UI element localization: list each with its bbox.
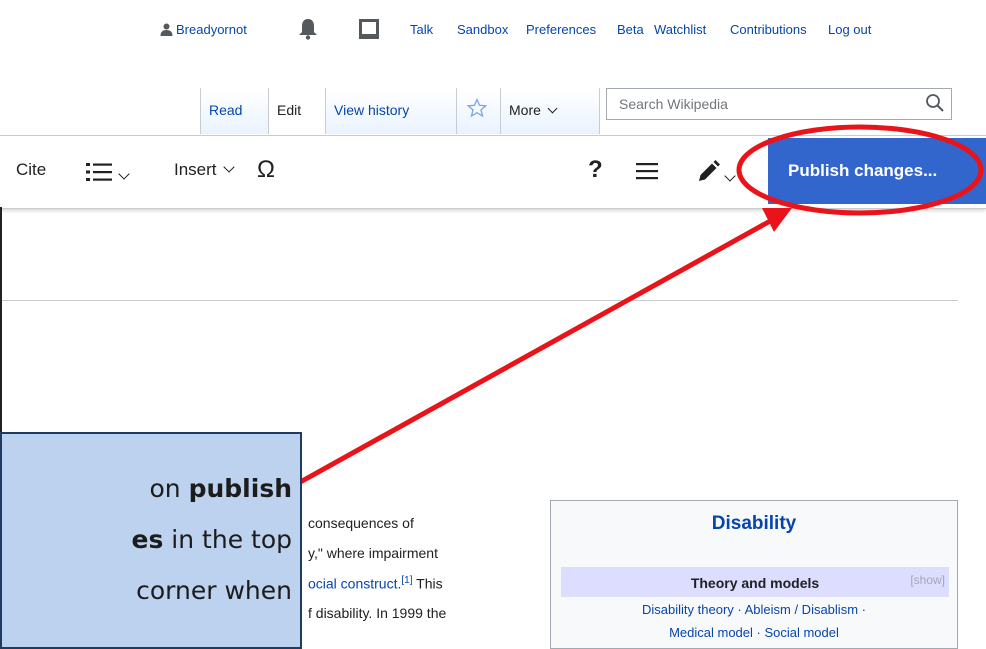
social-construct-link[interactable]: ocial construct. <box>308 576 401 592</box>
annotation-arrow <box>266 217 774 503</box>
preferences-link[interactable]: Preferences <box>526 22 596 37</box>
navbox-group-title: Theory and models <box>690 575 820 591</box>
callout-line: on publish <box>150 474 293 503</box>
tab-edit-label: Edit <box>277 102 302 118</box>
edit-mode-button[interactable] <box>696 160 736 189</box>
article-text-line: f disability. In 1999 the <box>308 605 447 621</box>
watchlist-link[interactable]: Watchlist <box>654 22 706 37</box>
callout-line: corner when <box>136 576 292 605</box>
bell-icon[interactable] <box>298 18 318 43</box>
insert-menu[interactable]: Insert <box>174 160 235 180</box>
navbox-links-line[interactable]: Medical model · Social model <box>551 625 957 640</box>
callout-bold-text: publish <box>188 474 292 503</box>
navbox-title[interactable]: Disability <box>551 513 957 535</box>
personal-toolbar: Breadyornot Talk Sandbox Preferences Bet… <box>160 19 986 52</box>
navbox-links-line[interactable]: Disability theory · Ableism / Disablism … <box>551 602 957 617</box>
navbox-group: Theory and models [show] <box>561 567 949 597</box>
callout-line: es in the top <box>132 525 292 554</box>
notices-tray-icon[interactable] <box>358 18 380 43</box>
reference-1[interactable]: [1] <box>401 575 412 586</box>
list-icon <box>86 163 112 181</box>
user-icon <box>160 23 173 36</box>
list-button[interactable] <box>86 162 130 187</box>
article-text-line: ocial construct.[1] This <box>308 575 443 592</box>
callout-text: in the top <box>163 525 292 554</box>
sandbox-link[interactable]: Sandbox <box>457 22 508 37</box>
search-field[interactable] <box>606 88 952 120</box>
chevron-down-icon <box>547 103 558 114</box>
insert-label: Insert <box>174 160 217 179</box>
tab-read[interactable]: Read <box>200 88 268 134</box>
arrowhead-icon <box>762 208 792 232</box>
article-text: This <box>412 575 443 592</box>
article-text-line: consequences of <box>308 515 414 531</box>
beta-link[interactable]: Beta <box>617 22 644 37</box>
search-input[interactable] <box>617 95 921 113</box>
tab-view-history[interactable]: View history <box>325 88 456 134</box>
user-link[interactable]: Breadyornot <box>160 22 247 37</box>
more-menu[interactable]: More <box>500 88 600 134</box>
article-text-line: y," where impairment <box>308 545 438 561</box>
special-character-button[interactable]: Ω <box>257 156 275 184</box>
page-options-button[interactable] <box>636 162 658 185</box>
tab-edit[interactable]: Edit <box>268 88 325 134</box>
publish-changes-button[interactable]: Publish changes... <box>768 138 986 204</box>
chevron-down-icon <box>724 170 736 182</box>
star-icon <box>466 97 488 118</box>
disability-navbox: Disability Theory and models [show] Disa… <box>550 500 958 649</box>
more-label: More <box>509 102 541 118</box>
page-tabs: Read Edit View history More <box>200 88 986 134</box>
heading-divider <box>2 300 958 301</box>
cite-button[interactable]: Cite <box>16 160 46 180</box>
callout-text: on <box>149 474 189 503</box>
instruction-callout: on publish es in the top corner when <box>0 432 302 649</box>
talk-link[interactable]: Talk <box>410 22 433 37</box>
chevron-down-icon <box>222 161 235 173</box>
search-icon[interactable] <box>925 93 945 123</box>
tab-view-history-label[interactable]: View history <box>334 102 409 118</box>
hamburger-icon <box>636 163 658 180</box>
show-toggle[interactable]: [show] <box>910 573 945 587</box>
username: Breadyornot <box>176 22 247 37</box>
chevron-down-icon <box>118 168 130 180</box>
callout-bold-text: es <box>131 525 164 554</box>
contributions-link[interactable]: Contributions <box>730 22 807 37</box>
watch-star-button[interactable] <box>456 88 500 134</box>
help-button[interactable]: ? <box>588 156 603 184</box>
tab-read-label[interactable]: Read <box>209 102 242 118</box>
logout-link[interactable]: Log out <box>828 22 871 37</box>
pencil-icon <box>699 160 720 181</box>
